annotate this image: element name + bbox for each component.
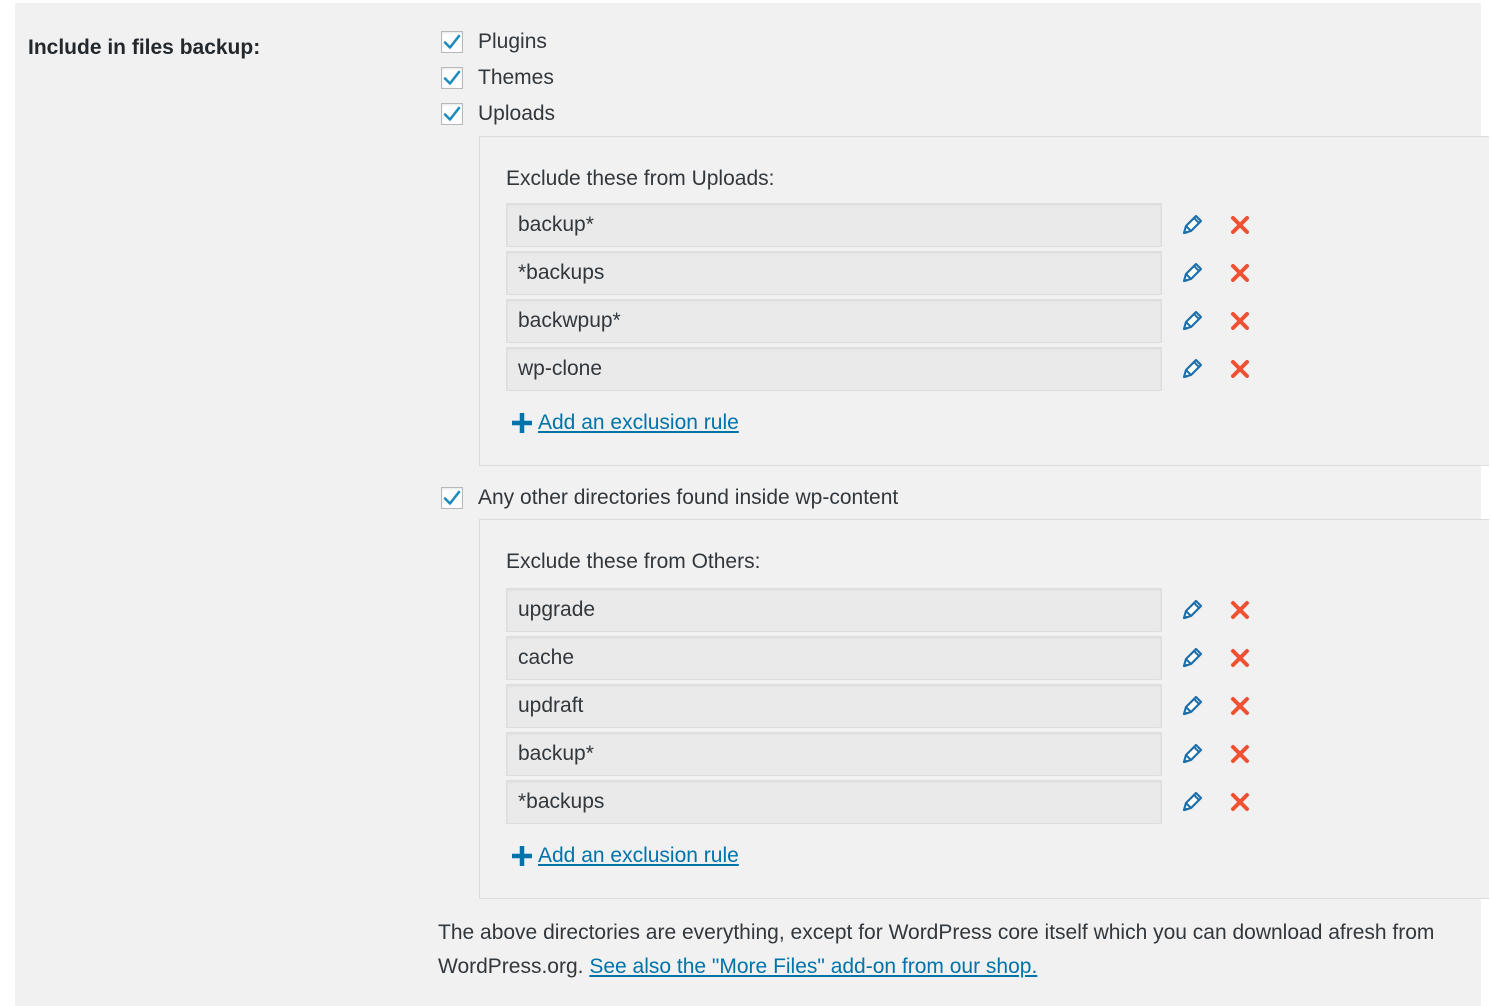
uploads-checkbox[interactable] [441, 103, 463, 125]
exclusion-rule: wp-clone [506, 347, 1252, 391]
exclusion-rule: backwpup* [506, 299, 1252, 343]
checkbox-row-uploads[interactable]: Uploads [441, 99, 555, 129]
pencil-icon[interactable] [1178, 644, 1206, 672]
pencil-icon[interactable] [1178, 788, 1206, 816]
checkmark-icon [443, 106, 461, 121]
delete-x-icon[interactable] [1228, 357, 1252, 381]
checkbox-row-others[interactable]: Any other directories found inside wp-co… [441, 483, 898, 513]
exclusion-rule: backup* [506, 203, 1252, 247]
delete-x-icon[interactable] [1228, 790, 1252, 814]
checkbox-label-themes: Themes [478, 66, 554, 89]
exclusion-rule-input[interactable]: *backups [506, 780, 1162, 824]
checkbox-label-others: Any other directories found inside wp-co… [478, 486, 899, 509]
delete-x-icon[interactable] [1228, 742, 1252, 766]
others-exclusions-box: Exclude these from Others: upgrade cache… [479, 519, 1489, 899]
checkmark-icon [443, 70, 461, 85]
pencil-icon[interactable] [1178, 211, 1206, 239]
pencil-icon[interactable] [1178, 355, 1206, 383]
plus-icon [512, 413, 532, 433]
footer-description: The above directories are everything, ex… [438, 916, 1478, 984]
more-files-addon-link[interactable]: See also the "More Files" add-on from ou… [589, 955, 1037, 978]
exclusion-rule: upgrade [506, 588, 1252, 632]
exclusion-rule-input[interactable]: backup* [506, 732, 1162, 776]
pencil-icon[interactable] [1178, 259, 1206, 287]
checkbox-label-uploads: Uploads [478, 102, 556, 125]
exclusion-rule-input[interactable]: upgrade [506, 588, 1162, 632]
exclusion-rule: cache [506, 636, 1252, 680]
delete-x-icon[interactable] [1228, 646, 1252, 670]
exclusion-rule: updraft [506, 684, 1252, 728]
exclusion-rule-input[interactable]: cache [506, 636, 1162, 680]
delete-x-icon[interactable] [1228, 261, 1252, 285]
exclusion-rule: *backups [506, 780, 1252, 824]
add-exclusion-label: Add an exclusion rule [538, 411, 739, 434]
pencil-icon[interactable] [1178, 596, 1206, 624]
delete-x-icon[interactable] [1228, 309, 1252, 333]
others-checkbox[interactable] [441, 487, 463, 509]
pencil-icon[interactable] [1178, 307, 1206, 335]
add-exclusion-rule-link-uploads[interactable]: Add an exclusion rule [510, 411, 739, 435]
plugins-checkbox[interactable] [441, 31, 463, 53]
add-exclusion-label: Add an exclusion rule [538, 844, 739, 867]
checkmark-icon [443, 490, 461, 505]
others-exclusions-title: Exclude these from Others: [506, 550, 761, 573]
add-exclusion-rule-link-others[interactable]: Add an exclusion rule [510, 844, 739, 868]
exclusion-rule: backup* [506, 732, 1252, 776]
exclusion-rule-input[interactable]: *backups [506, 251, 1162, 295]
exclusion-rule: *backups [506, 251, 1252, 295]
checkmark-icon [443, 34, 461, 49]
plus-icon [512, 846, 532, 866]
exclusion-rule-input[interactable]: wp-clone [506, 347, 1162, 391]
backup-settings-panel: Include in files backup: Plugins Themes … [15, 3, 1489, 1006]
exclusion-rule-input[interactable]: backup* [506, 203, 1162, 247]
delete-x-icon[interactable] [1228, 213, 1252, 237]
checkbox-label-plugins: Plugins [478, 30, 547, 53]
uploads-exclusions-box: Exclude these from Uploads: backup* *bac… [479, 136, 1489, 466]
section-label: Include in files backup: [28, 36, 261, 59]
pencil-icon[interactable] [1178, 740, 1206, 768]
checkbox-row-themes[interactable]: Themes [441, 63, 554, 93]
exclusion-rule-input[interactable]: backwpup* [506, 299, 1162, 343]
delete-x-icon[interactable] [1228, 598, 1252, 622]
uploads-exclusions-title: Exclude these from Uploads: [506, 167, 775, 190]
themes-checkbox[interactable] [441, 67, 463, 89]
exclusion-rule-input[interactable]: updraft [506, 684, 1162, 728]
pencil-icon[interactable] [1178, 692, 1206, 720]
delete-x-icon[interactable] [1228, 694, 1252, 718]
checkbox-row-plugins[interactable]: Plugins [441, 27, 547, 57]
